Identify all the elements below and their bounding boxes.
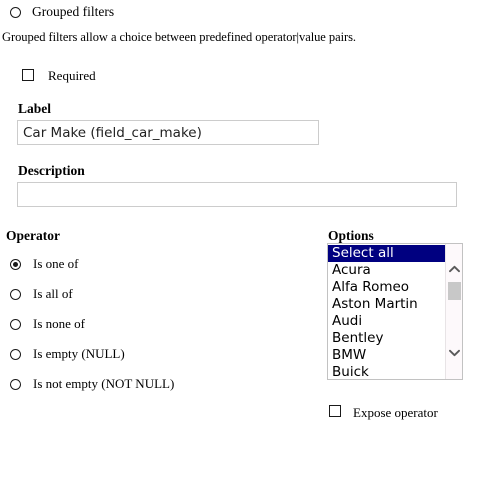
radio-is-none-of-label: Is none of (33, 316, 85, 331)
expose-operator-checkbox[interactable] (329, 404, 341, 422)
radio-is-one-of-label: Is one of (33, 256, 79, 271)
options-listbox-scrollbar[interactable] (445, 244, 462, 379)
scrollbar-thumb[interactable] (448, 282, 461, 300)
radio-icon[interactable] (10, 349, 21, 360)
radio-is-all-of[interactable] (10, 287, 21, 305)
chevron-up-icon[interactable] (446, 261, 462, 276)
radio-is-all-of-label: Is all of (33, 286, 73, 301)
label-field-title: Label (18, 101, 52, 116)
radio-icon[interactable] (10, 319, 21, 330)
radio-icon[interactable] (10, 259, 21, 270)
list-item[interactable]: Aston Martin (328, 296, 445, 313)
radio-is-none-of[interactable] (10, 317, 21, 335)
chevron-down-icon[interactable] (446, 345, 462, 360)
radio-is-one-of[interactable] (10, 257, 21, 275)
list-item[interactable]: Buick (328, 364, 445, 379)
radio-is-not-empty-not-null-label: Is not empty (NOT NULL) (33, 376, 175, 391)
operator-group-title: Operator (6, 228, 60, 243)
list-item[interactable]: Alfa Romeo (328, 279, 445, 296)
list-item[interactable]: Bentley (328, 330, 445, 347)
required-checkbox[interactable] (22, 68, 34, 86)
options-listbox-items: Select all Acura Alfa Romeo Aston Martin… (328, 244, 445, 379)
options-list-title: Options (328, 228, 374, 243)
expose-operator-label: Expose operator (353, 405, 438, 420)
list-item[interactable]: Audi (328, 313, 445, 330)
required-checkbox-label: Required (48, 68, 96, 83)
list-item[interactable]: Select all (328, 245, 445, 262)
description-field-title: Description (18, 163, 85, 178)
radio-icon[interactable] (10, 289, 21, 300)
options-listbox[interactable]: Select all Acura Alfa Romeo Aston Martin… (327, 243, 463, 380)
list-item[interactable]: BMW (328, 347, 445, 364)
radio-icon[interactable] (10, 7, 21, 18)
help-text: Grouped filters allow a choice between p… (2, 30, 357, 44)
radio-is-not-empty-not-null[interactable] (10, 377, 21, 395)
list-item[interactable]: Acura (328, 262, 445, 279)
checkbox-icon[interactable] (22, 69, 34, 81)
radio-is-empty-null[interactable] (10, 347, 21, 365)
checkbox-icon[interactable] (329, 405, 341, 417)
label-input[interactable] (17, 120, 319, 145)
radio-grouped-filters-label: Grouped filters (32, 4, 115, 19)
radio-is-empty-null-label: Is empty (NULL) (33, 346, 125, 361)
description-input[interactable] (17, 182, 457, 207)
radio-grouped-filters[interactable] (10, 5, 21, 23)
radio-icon[interactable] (10, 379, 21, 390)
